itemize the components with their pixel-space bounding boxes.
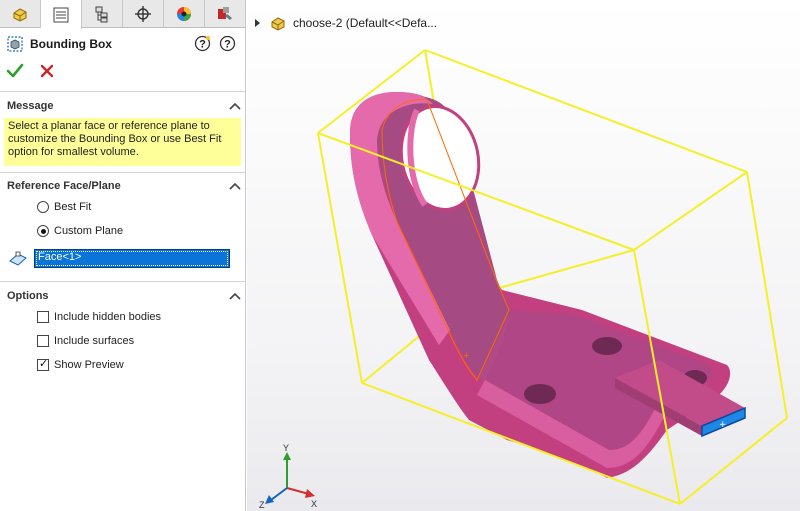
checkbox-show-preview[interactable]: Show Preview bbox=[37, 357, 124, 373]
svg-text:?: ? bbox=[224, 39, 231, 51]
checkbox-include-hidden-bodies[interactable]: Include hidden bodies bbox=[37, 309, 161, 325]
checkbox[interactable] bbox=[37, 357, 49, 371]
checkbox-label: Show Preview bbox=[54, 359, 124, 371]
whats-wrong-help-icon[interactable]: ? bbox=[194, 35, 211, 52]
radio-best-fit[interactable]: Best Fit bbox=[37, 199, 91, 215]
axis-label-z: Z bbox=[259, 500, 265, 510]
tab-cam-manager[interactable] bbox=[205, 0, 246, 28]
axis-label-x: X bbox=[311, 499, 317, 509]
property-manager-title: Bounding Box ? ? bbox=[6, 34, 242, 54]
section-header-reference[interactable]: Reference Face/Plane bbox=[7, 178, 241, 194]
manager-tabs bbox=[0, 0, 246, 29]
origin-marker: + bbox=[719, 420, 727, 430]
feature-tree-flyout-item[interactable]: choose-2 (Default<<Defa... bbox=[253, 14, 437, 32]
checkbox-include-surfaces[interactable]: Include surfaces bbox=[37, 333, 134, 349]
face-selection-icon bbox=[9, 251, 27, 266]
chevron-up-icon[interactable] bbox=[229, 292, 241, 300]
crosshair-icon bbox=[135, 6, 151, 22]
close-icon bbox=[40, 64, 54, 78]
section-header-message[interactable]: Message bbox=[7, 98, 241, 114]
divider bbox=[0, 91, 246, 92]
appearance-icon bbox=[177, 7, 191, 21]
radio-button[interactable] bbox=[37, 225, 49, 237]
cancel-button[interactable] bbox=[38, 62, 56, 80]
tab-display-manager[interactable] bbox=[164, 0, 205, 28]
part-icon bbox=[13, 8, 27, 22]
section-title: Message bbox=[7, 100, 54, 112]
tab-dimxpert-manager[interactable] bbox=[123, 0, 164, 28]
graphics-area[interactable]: + + Y Z X choose-2 (Default<<Defa... bbox=[247, 0, 800, 511]
radio-label: Custom Plane bbox=[54, 225, 124, 237]
radio-button[interactable] bbox=[37, 201, 49, 213]
axis-triad: Y Z X bbox=[259, 443, 317, 510]
svg-text:?: ? bbox=[199, 39, 206, 51]
divider bbox=[0, 281, 246, 282]
property-manager-panel: Bounding Box ? ? Message Select a planar… bbox=[0, 0, 246, 511]
section-header-options[interactable]: Options bbox=[7, 288, 241, 304]
cam-icon bbox=[218, 7, 232, 20]
checkbox-label: Include hidden bodies bbox=[54, 311, 162, 323]
part-icon bbox=[271, 17, 285, 31]
ok-button[interactable] bbox=[6, 62, 24, 80]
part-name-label: choose-2 (Default<<Defa... bbox=[293, 16, 438, 30]
axis-label-y: Y bbox=[283, 443, 289, 453]
tab-feature-manager[interactable] bbox=[0, 0, 41, 28]
base-hole bbox=[524, 384, 556, 404]
model-scene[interactable]: + + Y Z X bbox=[247, 0, 800, 511]
radio-custom-plane[interactable]: Custom Plane bbox=[37, 223, 123, 239]
face-center-marker: + bbox=[463, 351, 470, 360]
property-manager-icon bbox=[53, 7, 69, 22]
tab-configuration-manager[interactable] bbox=[82, 0, 123, 28]
reference-selection-row: Face<1> bbox=[8, 248, 232, 268]
message-box: Select a planar face or reference plane … bbox=[4, 118, 241, 166]
checkbox[interactable] bbox=[37, 311, 49, 323]
help-icon[interactable]: ? bbox=[219, 35, 236, 52]
configuration-icon bbox=[95, 6, 108, 23]
base-hole bbox=[592, 337, 622, 355]
checkmark-icon bbox=[6, 63, 24, 78]
part-body[interactable]: + + bbox=[350, 92, 746, 478]
reference-face-field[interactable]: Face<1> bbox=[34, 248, 230, 268]
bounding-box-icon bbox=[7, 36, 23, 52]
radio-label: Best Fit bbox=[54, 201, 92, 213]
page-title: Bounding Box bbox=[30, 37, 112, 51]
section-title: Reference Face/Plane bbox=[7, 180, 121, 192]
checkbox[interactable] bbox=[37, 335, 49, 347]
chevron-up-icon[interactable] bbox=[229, 182, 241, 190]
tab-property-manager[interactable] bbox=[41, 0, 82, 29]
chevron-up-icon[interactable] bbox=[229, 102, 241, 110]
expand-arrow-icon[interactable] bbox=[253, 19, 261, 27]
ok-cancel-bar bbox=[6, 62, 70, 80]
section-title: Options bbox=[7, 290, 49, 302]
divider bbox=[0, 172, 246, 173]
checkbox-label: Include surfaces bbox=[54, 335, 135, 347]
